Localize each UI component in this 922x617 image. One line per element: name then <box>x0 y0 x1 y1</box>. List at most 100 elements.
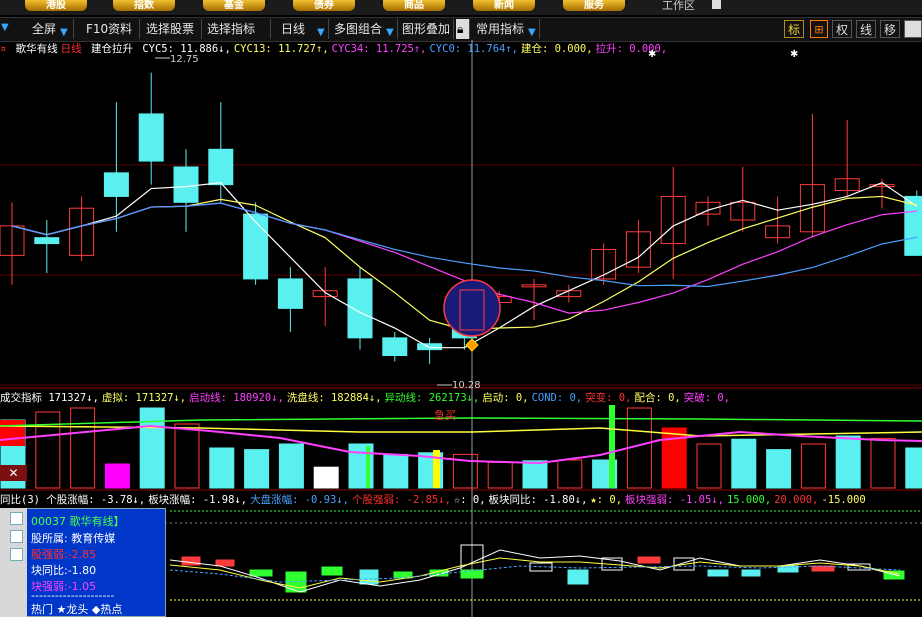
move-button[interactable]: 移 <box>880 20 900 38</box>
common-indicator-label: 常用指标 <box>476 22 525 36</box>
volume-bar <box>731 438 757 489</box>
mark-button[interactable]: 标 <box>784 20 804 38</box>
volume-legend-item: 成交指标 171327↓, <box>0 392 99 404</box>
select-indicator-label: 选择指标 <box>207 22 256 36</box>
sector-bar <box>181 556 201 566</box>
volume-bar <box>278 443 304 489</box>
volume-legend-item: 启动: 0, <box>482 392 529 404</box>
checkbox[interactable] <box>10 548 23 561</box>
f10-label: F10资料 <box>86 22 133 36</box>
dropdown-arrow-icon[interactable]: ▼ <box>1 22 9 33</box>
signal-label: 急买 <box>434 409 456 422</box>
volume-bar <box>383 453 409 489</box>
candle-body <box>208 148 234 186</box>
volume-bar <box>696 443 722 489</box>
lock-icon[interactable]: 🔒︎ <box>456 19 470 39</box>
volume-bar <box>487 461 513 489</box>
candle-body <box>904 195 922 256</box>
signal-bar <box>433 450 440 488</box>
select-indicator-button[interactable]: 选择指标 <box>203 19 271 39</box>
volume-bar <box>0 420 25 446</box>
candle-body <box>417 343 443 351</box>
nav-bonds[interactable]: 债券 <box>293 0 355 11</box>
rights-button[interactable]: 权 <box>832 20 852 38</box>
scroll-box[interactable] <box>904 20 922 38</box>
overlay-button[interactable]: 图形叠加 <box>398 19 454 39</box>
volume-bar <box>557 459 583 489</box>
high-price-label: 12.75 <box>170 54 199 65</box>
volume-legend: 成交指标 171327↓, 虚拟: 171327↓, 启动线: 180920↓, 洗盘… <box>0 390 736 405</box>
line-button[interactable]: 线 <box>856 20 876 38</box>
volume-bar <box>835 435 861 489</box>
candle-body <box>243 213 269 280</box>
ma-line <box>11 202 917 288</box>
nav-service[interactable]: 服务 <box>563 0 625 11</box>
checkbox[interactable] <box>10 530 23 543</box>
side-column <box>0 508 27 617</box>
candle-body <box>347 278 373 339</box>
period-daily-button[interactable]: 日线 ▼ <box>273 19 329 39</box>
sector-legend-item: 个股强弱: -2.85↓, <box>352 494 451 506</box>
sector-legend-item: 20.000, <box>774 494 819 506</box>
candle-body <box>277 278 303 309</box>
nav-news[interactable]: 新闻 <box>473 0 535 11</box>
sector-bar <box>707 569 729 577</box>
volume-bar <box>174 423 200 489</box>
nav-hk-stocks[interactable]: 港股 <box>25 0 87 11</box>
top-navigation: 港股 指数 基金 债券 商品 新闻 服务 工作区 <box>0 0 922 15</box>
nav-index[interactable]: 指数 <box>113 0 175 11</box>
workarea-label[interactable]: 工作区 <box>662 0 695 13</box>
multi-chart-button[interactable]: 多图组合 ▼ <box>330 19 398 39</box>
sector-legend-item: ★: 0, <box>590 494 623 506</box>
volume-bar <box>870 437 896 489</box>
volume-line <box>0 417 922 427</box>
volume-legend-item: 洗盘线: 182884↓, <box>286 392 382 404</box>
sector-legend-item: 板块涨幅: -1.98↓, <box>148 494 248 506</box>
sector-bar <box>741 569 761 577</box>
volume-bar <box>104 463 130 489</box>
period-daily-label: 日线 <box>281 22 306 36</box>
info-strength: 股强弱:-2.85 <box>31 548 97 561</box>
workarea-checkbox[interactable] <box>712 0 721 9</box>
multi-chart-label: 多图组合 <box>334 22 383 36</box>
close-panel-button[interactable]: ✕ <box>0 465 27 481</box>
checkbox[interactable] <box>10 512 23 525</box>
volume-bar <box>905 447 922 489</box>
sector-legend-item: 大盘涨幅: -0.93↓, <box>250 494 349 506</box>
select-stock-label: 选择股票 <box>146 22 195 36</box>
volume-bar <box>522 460 548 489</box>
sector-legend-item: ☆: 0, <box>453 494 486 506</box>
f10-button[interactable]: F10资料 <box>76 19 140 39</box>
volume-bar <box>139 407 165 489</box>
volume-bar <box>209 447 235 489</box>
sector-bar <box>321 566 343 576</box>
nav-commodities[interactable]: 商品 <box>383 0 445 11</box>
sector-bar <box>249 569 273 577</box>
fullscreen-label: 全屏 <box>32 22 57 36</box>
volume-bar <box>800 443 826 489</box>
sector-bar <box>285 571 307 579</box>
nav-funds[interactable]: 基金 <box>203 0 265 11</box>
volume-legend-item: 突变: 0, <box>585 392 632 404</box>
sector-bar <box>637 556 661 564</box>
signal-bar <box>609 405 615 488</box>
candle-body <box>382 337 408 357</box>
sector-legend-item: -15.000 <box>821 494 866 506</box>
volume-legend-item: 配合: 0, <box>634 392 681 404</box>
sector-legend-item: 同比(3) 个股涨幅: -3.78↓, <box>0 494 146 506</box>
sector-legend-item: 15.000, <box>726 494 772 506</box>
sector-legend: 同比(3) 个股涨幅: -3.78↓, 板块涨幅: -1.98↓, 大盘涨幅: -0… <box>0 492 872 507</box>
info-code: 00037 歌华有线】 <box>31 515 125 528</box>
sector-legend-item: 板块同比: -1.80↓, <box>488 494 588 506</box>
info-footer: 热门 ★龙头 ◆热点 <box>31 603 123 616</box>
add-button[interactable]: ⊞ <box>810 20 828 38</box>
select-stock-button[interactable]: 选择股票 <box>142 19 202 39</box>
sector-bar <box>285 577 307 593</box>
star-marker: ✱ <box>790 49 798 60</box>
volume-bar <box>70 407 96 489</box>
common-indicator-button[interactable]: 常用指标 ▼ <box>472 19 540 39</box>
info-sector: 股所属: 教育传媒 <box>31 532 116 545</box>
fullscreen-button[interactable]: 全屏 ▼ <box>20 19 74 39</box>
volume-legend-item: 异动线: 262173↓, <box>384 392 480 404</box>
volume-bar <box>244 449 270 489</box>
